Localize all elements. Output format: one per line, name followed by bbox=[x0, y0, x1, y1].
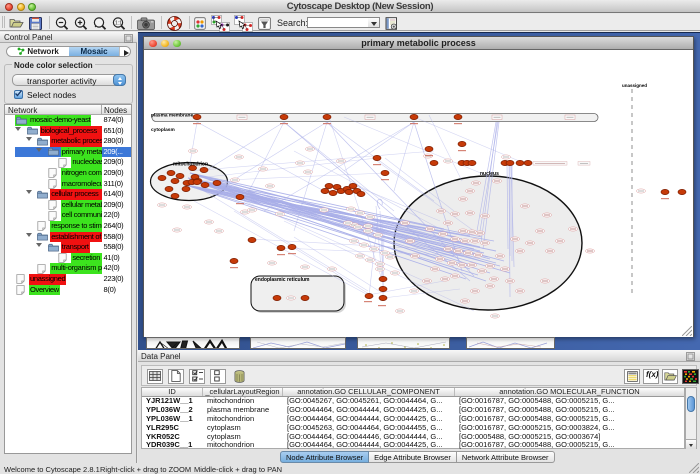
svg-text:nucleus: nucleus bbox=[480, 171, 499, 177]
svg-text:1:1: 1:1 bbox=[115, 21, 122, 27]
svg-text:plasma membrane: plasma membrane bbox=[151, 113, 193, 119]
svg-text:mitochondrion: mitochondrion bbox=[173, 162, 208, 168]
svg-text:unassigned: unassigned bbox=[622, 83, 647, 88]
svg-text:endoplasmic reticulum: endoplasmic reticulum bbox=[255, 277, 310, 283]
svg-text:cytoplasm: cytoplasm bbox=[151, 127, 175, 133]
